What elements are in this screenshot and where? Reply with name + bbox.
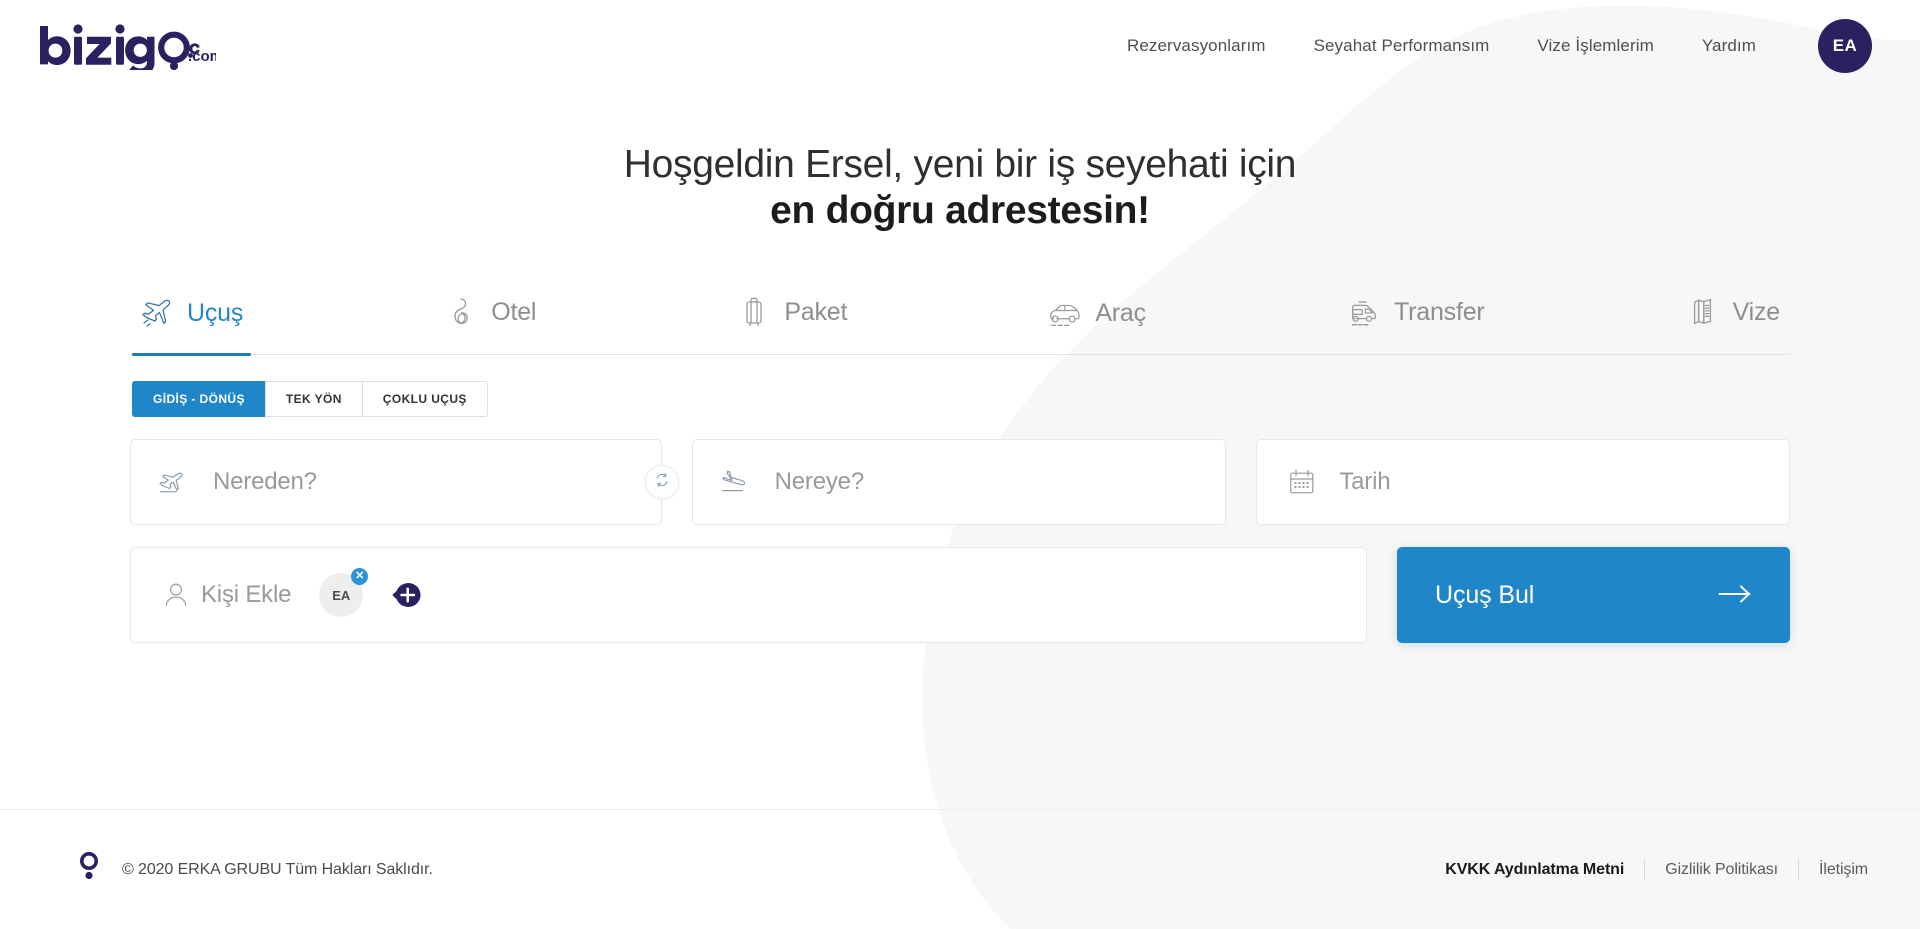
logo-icon: .com [40, 24, 216, 70]
swap-icon [654, 472, 670, 493]
destination-placeholder: Nereye? [774, 468, 865, 496]
service-tabs: Uçuş Otel Paket Araç Transfer Vize [130, 296, 1790, 357]
calendar-icon [1285, 468, 1319, 496]
plane-takeoff-icon [159, 469, 193, 495]
search-panel: Uçuş Otel Paket Araç Transfer Vize GİDİŞ… [130, 234, 1790, 644]
avatar[interactable]: EA [1818, 19, 1872, 73]
trip-type-gidis-donus[interactable]: GİDİŞ - DÖNÜŞ [132, 381, 265, 418]
luggage-icon [737, 296, 771, 328]
tab-paket[interactable]: Paket [733, 296, 851, 354]
passenger-field[interactable]: Kişi Ekle EA ✕ [130, 547, 1367, 644]
site-footer: © 2020 ERKA GRUBU Tüm Hakları Saklıdır. … [0, 809, 1920, 929]
copyright-text: © 2020 ERKA GRUBU Tüm Hakları Saklıdır. [122, 860, 433, 878]
tab-arac[interactable]: Araç [1044, 298, 1150, 354]
remove-passenger-icon[interactable]: ✕ [351, 568, 369, 586]
tab-otel[interactable]: Otel [440, 296, 540, 354]
hero-heading: Hoşgeldin Ersel, yeni bir iş seyehati iç… [0, 142, 1920, 234]
nav-vize-islemlerim[interactable]: Vize İşlemlerim [1537, 36, 1653, 56]
hero-line-2: en doğru adrestesin! [770, 189, 1150, 233]
plane-icon [140, 298, 174, 328]
nav-rezervasyonlarim[interactable]: Rezervasyonlarım [1127, 36, 1266, 56]
page-root: .com Rezervasyonlarım Seyahat Performans… [0, 0, 1920, 929]
hotel-icon [444, 296, 478, 328]
nav-yardim[interactable]: Yardım [1702, 36, 1756, 56]
tab-label: Paket [784, 297, 848, 326]
copyright-block: © 2020 ERKA GRUBU Tüm Hakları Saklıdır. [78, 850, 433, 889]
car-icon [1048, 298, 1082, 328]
passenger-row: Kişi Ekle EA ✕ Uçuş Bul [130, 547, 1790, 644]
search-flights-label: Uçuş Bul [1435, 580, 1535, 609]
passenger-placeholder: Kişi Ekle [201, 581, 292, 609]
search-fields-row: Nereden? Nereye? Tarih [130, 439, 1790, 526]
tab-ucus[interactable]: Uçuş [132, 298, 252, 357]
svg-text:.com: .com [188, 48, 216, 65]
plane-landing-icon [721, 469, 755, 495]
tab-label: Uçuş [187, 298, 244, 327]
tab-label: Vize [1732, 297, 1781, 326]
add-icon [392, 583, 421, 607]
nav-seyahat-performansim[interactable]: Seyahat Performansım [1314, 36, 1490, 56]
passenger-chip-initials: EA [332, 587, 351, 603]
documents-icon [1686, 296, 1720, 328]
tab-active-underline [132, 353, 252, 357]
trip-type-tek-yon[interactable]: TEK YÖN [264, 381, 362, 418]
footer-link-iletisim[interactable]: İletişim [1799, 861, 1868, 879]
van-icon [1347, 296, 1381, 328]
tab-label: Araç [1095, 298, 1146, 327]
swap-button[interactable] [644, 465, 679, 500]
layout-spacer [0, 643, 1920, 809]
site-header: .com Rezervasyonlarım Seyahat Performans… [0, 0, 1920, 92]
origin-field[interactable]: Nereden? [130, 439, 662, 526]
date-placeholder: Tarih [1339, 468, 1391, 496]
date-field[interactable]: Tarih [1256, 439, 1790, 526]
trip-type-group: GİDİŞ - DÖNÜŞ TEK YÖN ÇOKLU UÇUŞ [132, 381, 1790, 418]
footer-link-gizlilik[interactable]: Gizlilik Politikası [1645, 861, 1798, 879]
logo-bizigo[interactable]: .com [34, 22, 216, 70]
footer-link-kvkk[interactable]: KVKK Aydınlatma Metni [1445, 861, 1644, 879]
hero-line-1: Hoşgeldin Ersel, yeni bir iş seyehati iç… [623, 143, 1297, 186]
tab-vize[interactable]: Vize [1682, 296, 1784, 354]
trip-type-coklu-ucus[interactable]: ÇOKLU UÇUŞ [361, 381, 488, 418]
destination-field[interactable]: Nereye? [691, 439, 1227, 526]
main-navigation: Rezervasyonlarım Seyahat Performansım Vi… [1127, 19, 1872, 73]
passenger-chip[interactable]: EA ✕ [319, 568, 369, 618]
tab-transfer[interactable]: Transfer [1343, 296, 1489, 354]
search-flights-button[interactable]: Uçuş Bul [1397, 547, 1790, 644]
add-passenger-button[interactable] [385, 575, 425, 615]
logo-mark-icon [78, 850, 100, 889]
footer-links: KVKK Aydınlatma Metni Gizlilik Politikas… [1445, 858, 1868, 881]
person-icon [159, 581, 193, 609]
tab-label: Transfer [1393, 297, 1485, 326]
arrow-right-icon [1718, 584, 1752, 607]
origin-placeholder: Nereden? [213, 468, 317, 496]
tab-label: Otel [491, 297, 537, 326]
